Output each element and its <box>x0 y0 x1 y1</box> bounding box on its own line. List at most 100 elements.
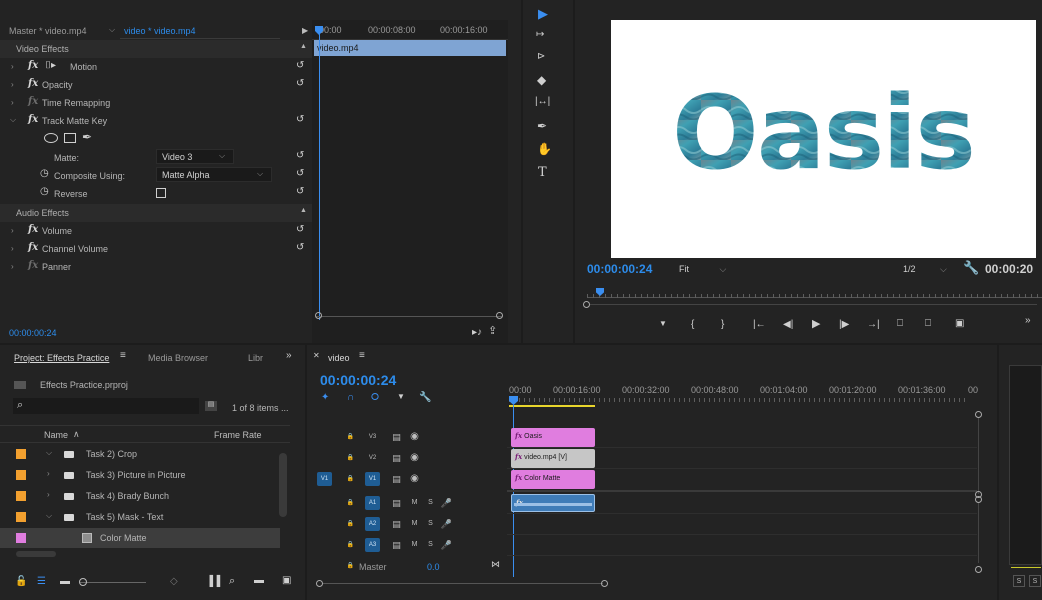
reset-icon[interactable]: ↺ <box>296 224 304 235</box>
master-level[interactable]: 0.0 <box>427 562 440 572</box>
fx-icon[interactable]: fx <box>28 242 38 253</box>
razor-tool-icon[interactable]: ◆ <box>537 74 546 86</box>
chevron-right-icon[interactable]: › <box>47 469 50 478</box>
pen-tool-icon[interactable]: ✒ <box>537 120 547 132</box>
ellipse-mask-icon[interactable] <box>44 133 58 143</box>
ripple-edit-tool-icon[interactable]: ⊳ <box>537 52 545 62</box>
solo-button[interactable]: S <box>423 538 438 552</box>
audio-zoom-handle[interactable] <box>975 496 982 503</box>
fx-icon[interactable]: fx <box>28 78 38 89</box>
clip-bar[interactable]: video.mp4 <box>314 40 506 56</box>
fx-icon[interactable]: fx <box>28 224 38 235</box>
collapse-up-icon[interactable]: ▲ <box>300 43 307 50</box>
sync-lock-icon[interactable]: ▤ <box>389 538 404 552</box>
sync-lock-icon[interactable]: ▤ <box>389 472 404 486</box>
chevron-down-icon[interactable]: ⌵ <box>10 115 16 125</box>
column-frame-rate[interactable]: Frame Rate <box>214 430 262 440</box>
go-to-in-icon[interactable]: |← <box>753 320 766 330</box>
clip-color-matte[interactable]: fx Color Matte <box>511 470 595 489</box>
timeline-horizontal-scroll[interactable] <box>323 583 603 584</box>
play-icon[interactable]: ▶ <box>812 319 820 330</box>
tab-clip[interactable]: video * video.mp4 <box>124 26 196 36</box>
tab-project[interactable]: Project: Effects Practice <box>14 353 109 363</box>
lock-icon[interactable]: 🔒 <box>343 472 358 486</box>
stopwatch-icon[interactable]: ◷ <box>40 186 49 197</box>
sync-lock-icon[interactable]: ▤ <box>389 496 404 510</box>
effect-row-opacity[interactable]: › fx Opacity ↺ <box>0 76 312 94</box>
lift-icon[interactable]: ⎕ <box>897 319 903 329</box>
export-frame-icon[interactable]: ▣ <box>955 319 964 329</box>
microphone-icon[interactable]: 🎤 <box>439 517 454 531</box>
label-color-swatch[interactable] <box>16 491 26 501</box>
extract-icon[interactable]: ⎕ <box>925 319 931 329</box>
label-color-swatch[interactable] <box>16 512 26 522</box>
step-forward-icon[interactable]: |▶ <box>839 320 849 330</box>
go-to-out-icon[interactable]: →| <box>867 320 880 330</box>
zoom-handle-right[interactable] <box>496 312 503 319</box>
track-label[interactable]: V2 <box>365 451 380 465</box>
chevron-right-icon[interactable]: › <box>11 62 14 71</box>
add-marker-icon[interactable]: ▼ <box>397 393 405 401</box>
pen-mask-icon[interactable]: ✒ <box>82 130 92 144</box>
menu-icon[interactable]: ≡ <box>359 351 365 361</box>
program-scrubber[interactable] <box>587 288 1042 300</box>
matte-select[interactable]: Video 3 ⌵ <box>156 149 234 164</box>
list-view-icon[interactable]: ☰ <box>37 577 46 587</box>
wrench-icon[interactable]: 🔧 <box>419 393 431 403</box>
lock-icon[interactable]: 🔓 <box>15 577 27 587</box>
reset-icon[interactable]: ↺ <box>296 150 304 161</box>
chevron-down-icon[interactable]: ⌵ <box>46 448 52 458</box>
effect-row-volume[interactable]: › fx Volume ↺ <box>0 222 312 240</box>
microphone-icon[interactable]: 🎤 <box>439 538 454 552</box>
resolution-select[interactable]: 1/2 ⌵ <box>903 264 947 275</box>
chevron-right-icon[interactable]: › <box>11 80 14 89</box>
composite-select[interactable]: Matte Alpha ⌵ <box>156 167 272 182</box>
close-icon[interactable]: ✕ <box>313 352 320 360</box>
go-to-end-icon[interactable]: ⋈ <box>491 559 500 570</box>
clip-video[interactable]: fx video.mp4 [V] <box>511 449 595 468</box>
eye-icon[interactable]: ◉ <box>407 472 422 486</box>
effect-row-channel-volume[interactable]: › fx Channel Volume ↺ <box>0 240 312 258</box>
zoom-handle-left[interactable] <box>315 312 322 319</box>
microphone-icon[interactable]: 🎤 <box>439 496 454 510</box>
chevron-right-icon[interactable]: › <box>47 490 50 499</box>
chevron-right-icon[interactable]: › <box>11 244 14 253</box>
zoom-scroll[interactable] <box>316 316 502 317</box>
video-zoom-handle[interactable] <box>975 411 982 418</box>
sync-lock-icon[interactable]: ▤ <box>389 451 404 465</box>
clip-audio[interactable]: fx <box>511 494 595 512</box>
project-vertical-scrollbar[interactable] <box>279 453 287 517</box>
zoom-handle-left[interactable] <box>583 301 590 308</box>
add-marker-icon[interactable]: ▼ <box>659 320 667 328</box>
tab-media-browser[interactable]: Media Browser <box>148 353 208 363</box>
eye-icon[interactable]: ◉ <box>407 451 422 465</box>
scroll-right-arrow[interactable]: ▶ <box>302 26 308 35</box>
zoom-slider[interactable] <box>80 582 146 583</box>
mark-out-icon[interactable]: } <box>721 320 724 330</box>
fx-icon[interactable]: fx <box>28 60 38 71</box>
sort-ascending-icon[interactable]: ∧ <box>73 429 80 440</box>
effect-row-time-remapping[interactable]: › fx Time Remapping <box>0 94 312 112</box>
track-label[interactable]: V1 <box>365 472 380 486</box>
program-timecode[interactable]: 00:00:00:24 <box>587 262 652 276</box>
reset-icon[interactable]: ↺ <box>296 60 304 71</box>
chevron-down-icon[interactable]: ⌵ <box>109 25 115 35</box>
solo-right-button[interactable]: S <box>1029 575 1041 587</box>
effect-row-track-matte-key[interactable]: ⌵ fx Track Matte Key ↺ <box>0 112 312 130</box>
chevron-right-icon[interactable]: › <box>11 226 14 235</box>
fx-icon[interactable]: fx <box>28 114 38 125</box>
solo-button[interactable]: S <box>423 517 438 531</box>
icon-view-icon[interactable]: ▬ <box>60 577 70 587</box>
sort-icons-icon[interactable]: ◇ <box>170 577 178 587</box>
label-color-swatch[interactable] <box>16 449 26 459</box>
work-area-bar[interactable] <box>509 405 595 407</box>
audio-zoom-handle[interactable] <box>975 566 982 573</box>
tab-master-clip[interactable]: Master * video.mp4 <box>9 26 87 36</box>
selection-tool-icon[interactable]: ▶ <box>538 7 548 20</box>
more-tabs-icon[interactable]: » <box>286 351 292 361</box>
sync-lock-icon[interactable]: ▤ <box>389 430 404 444</box>
project-horizontal-scrollbar[interactable] <box>16 551 56 557</box>
label-color-swatch[interactable] <box>16 533 26 543</box>
list-item[interactable]: ⌵ Task 2) Crop <box>0 444 280 464</box>
list-item[interactable]: › Task 3) Picture in Picture <box>0 465 280 485</box>
